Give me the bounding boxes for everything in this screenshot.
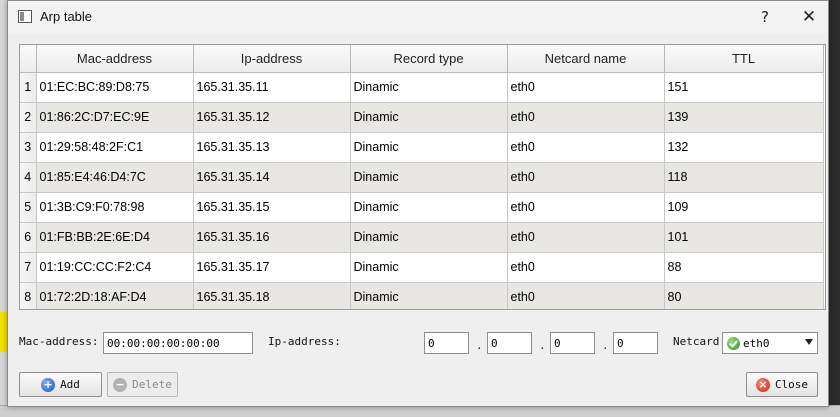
cell-netcard-name[interactable]: eth0	[507, 252, 665, 283]
table-row[interactable]: 2 01:86:2C:D7:EC:9E 165.31.35.12 Dinamic…	[20, 102, 824, 133]
window-close-button[interactable]: ✕	[795, 5, 823, 29]
table-row[interactable]: 1 01:EC:BC:89:D8:75 165.31.35.11 Dinamic…	[20, 72, 824, 103]
table-row[interactable]: 7 01:19:CC:CC:F2:C4 165.31.35.17 Dinamic…	[20, 252, 824, 283]
cell-record-type[interactable]: Dinamic	[350, 162, 508, 193]
mac-address-label: Mac-address:	[19, 335, 99, 348]
cell-netcard-name[interactable]: eth0	[507, 72, 665, 103]
chevron-down-icon[interactable]	[805, 339, 813, 345]
cell-ttl[interactable]: 101	[664, 222, 824, 253]
cell-netcard-name[interactable]: eth0	[507, 102, 665, 133]
row-number[interactable]: 2	[20, 102, 37, 133]
cell-record-type[interactable]: Dinamic	[350, 72, 508, 103]
cell-ip-address[interactable]: 165.31.35.17	[193, 252, 351, 283]
arp-table[interactable]: Mac-address Ip-address Record type Netca…	[19, 44, 826, 310]
table-corner[interactable]	[20, 45, 37, 73]
ip-separator: .	[476, 339, 483, 352]
cell-ip-address[interactable]: 165.31.35.15	[193, 192, 351, 223]
cell-ttl[interactable]: 132	[664, 132, 824, 163]
close-button-label: Close	[774, 378, 809, 391]
row-number[interactable]: 5	[20, 192, 37, 223]
arp-table-dialog: Arp table ? ✕ Mac-address Ip-address Rec…	[7, 0, 829, 407]
cell-netcard-name[interactable]: eth0	[507, 222, 665, 253]
plus-icon: +	[41, 377, 56, 392]
row-number[interactable]: 1	[20, 72, 37, 103]
cell-ttl[interactable]: 80	[664, 282, 824, 309]
ip-octet-3-input[interactable]	[550, 332, 595, 354]
row-number[interactable]: 8	[20, 282, 37, 309]
cell-ip-address[interactable]: 165.31.35.12	[193, 102, 351, 133]
column-header-mac-address[interactable]: Mac-address	[36, 45, 194, 73]
cell-ttl[interactable]: 151	[664, 72, 824, 103]
cell-record-type[interactable]: Dinamic	[350, 222, 508, 253]
cell-ip-address[interactable]: 165.31.35.16	[193, 222, 351, 253]
cell-mac-address[interactable]: 01:72:2D:18:AF:D4	[36, 282, 194, 309]
cell-ip-address[interactable]: 165.31.35.13	[193, 132, 351, 163]
table-row[interactable]: 3 01:29:58:48:2F:C1 165.31.35.13 Dinamic…	[20, 132, 824, 163]
cell-netcard-name[interactable]: eth0	[507, 192, 665, 223]
cell-ip-address[interactable]: 165.31.35.11	[193, 72, 351, 103]
cell-ttl[interactable]: 88	[664, 252, 824, 283]
row-number[interactable]: 3	[20, 132, 37, 163]
ip-separator: .	[602, 339, 609, 352]
cell-ttl[interactable]: 109	[664, 192, 824, 223]
row-number[interactable]: 6	[20, 222, 37, 253]
cell-record-type[interactable]: Dinamic	[350, 192, 508, 223]
close-button[interactable]: × Close	[746, 372, 818, 397]
window-app-icon	[18, 10, 32, 23]
netcard-label: Netcard	[673, 335, 720, 348]
table-row[interactable]: 4 01:85:E4:46:D4:7C 165.31.35.14 Dinamic…	[20, 162, 824, 193]
netcard-selected-value: eth0	[743, 336, 770, 350]
cell-ttl[interactable]: 139	[664, 102, 824, 133]
delete-button-label: Delete	[132, 378, 172, 391]
column-header-netcard-name[interactable]: Netcard name	[507, 45, 665, 73]
table-row[interactable]: 5 01:3B:C9:F0:78:98 165.31.35.15 Dinamic…	[20, 192, 824, 223]
title-bar: Arp table ? ✕	[8, 1, 828, 33]
ip-octet-2-input[interactable]	[487, 332, 532, 354]
ip-octet-1-input[interactable]	[424, 332, 469, 354]
cell-mac-address[interactable]: 01:EC:BC:89:D8:75	[36, 72, 194, 103]
cell-ip-address[interactable]: 165.31.35.18	[193, 282, 351, 309]
ip-address-label: Ip-address:	[268, 335, 341, 348]
cell-mac-address[interactable]: 01:3B:C9:F0:78:98	[36, 192, 194, 223]
cell-ttl[interactable]: 118	[664, 162, 824, 193]
table-header-row: Mac-address Ip-address Record type Netca…	[20, 45, 824, 73]
column-header-ttl[interactable]: TTL	[664, 45, 824, 73]
delete-button[interactable]: − Delete	[107, 372, 178, 397]
row-number[interactable]: 4	[20, 162, 37, 193]
cell-record-type[interactable]: Dinamic	[350, 132, 508, 163]
cell-mac-address[interactable]: 01:FB:BB:2E:6E:D4	[36, 222, 194, 253]
mac-address-input[interactable]	[103, 332, 253, 354]
cell-record-type[interactable]: Dinamic	[350, 102, 508, 133]
cell-mac-address[interactable]: 01:29:58:48:2F:C1	[36, 132, 194, 163]
cell-ip-address[interactable]: 165.31.35.14	[193, 162, 351, 193]
cell-netcard-name[interactable]: eth0	[507, 282, 665, 309]
cell-record-type[interactable]: Dinamic	[350, 252, 508, 283]
cell-mac-address[interactable]: 01:86:2C:D7:EC:9E	[36, 102, 194, 133]
column-header-ip-address[interactable]: Ip-address	[193, 45, 351, 73]
table-row[interactable]: 6 01:FB:BB:2E:6E:D4 165.31.35.16 Dinamic…	[20, 222, 824, 253]
ip-separator: .	[539, 339, 546, 352]
table-row[interactable]: 8 01:72:2D:18:AF:D4 165.31.35.18 Dinamic…	[20, 282, 824, 309]
cell-record-type[interactable]: Dinamic	[350, 282, 508, 309]
netcard-select[interactable]: eth0	[722, 332, 818, 354]
minus-icon: −	[113, 377, 128, 392]
window-title: Arp table	[40, 9, 93, 24]
help-button[interactable]: ?	[751, 5, 779, 29]
column-header-record-type[interactable]: Record type	[350, 45, 508, 73]
add-button-label: Add	[60, 378, 80, 391]
cell-netcard-name[interactable]: eth0	[507, 162, 665, 193]
add-button[interactable]: + Add	[19, 372, 102, 397]
check-circle-icon	[727, 336, 740, 350]
close-circle-icon: ×	[755, 377, 770, 392]
cell-mac-address[interactable]: 01:19:CC:CC:F2:C4	[36, 252, 194, 283]
cell-mac-address[interactable]: 01:85:E4:46:D4:7C	[36, 162, 194, 193]
cell-netcard-name[interactable]: eth0	[507, 132, 665, 163]
row-number[interactable]: 7	[20, 252, 37, 283]
ip-octet-4-input[interactable]	[613, 332, 658, 354]
